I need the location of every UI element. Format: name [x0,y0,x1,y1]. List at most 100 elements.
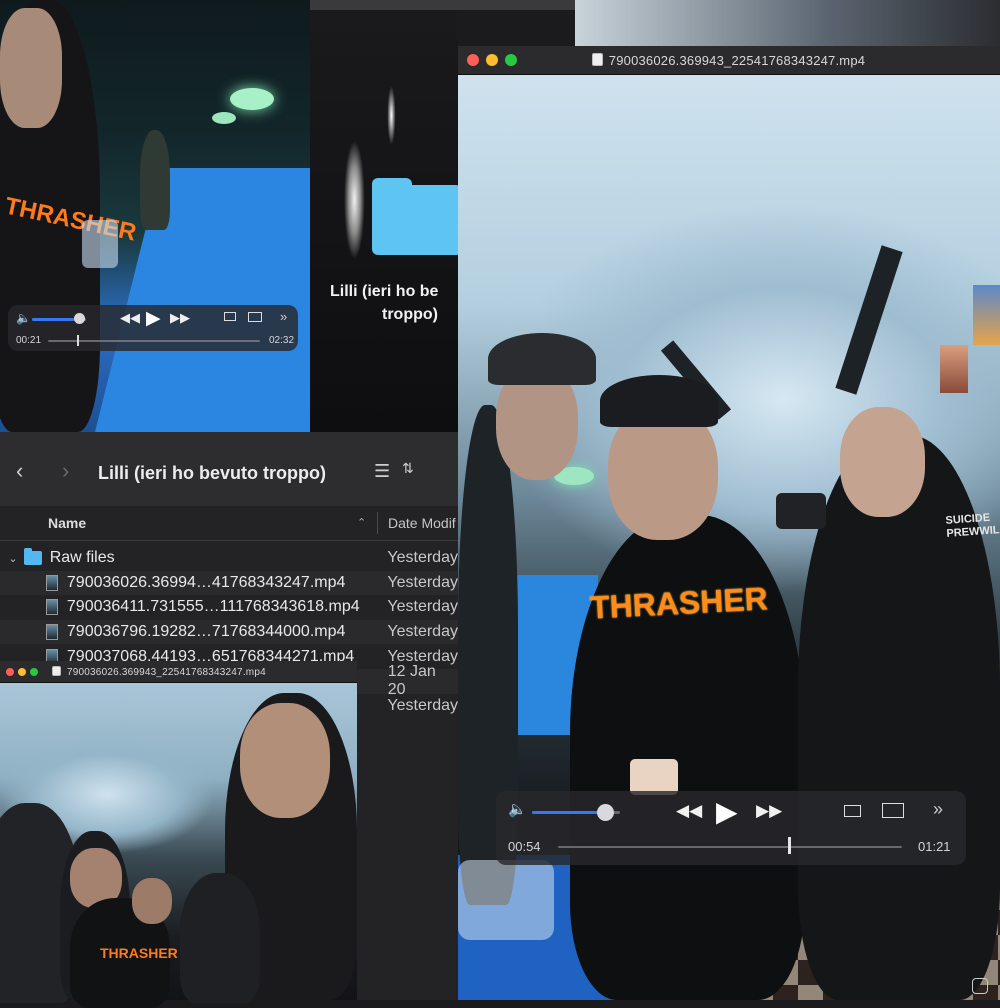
shirt-logo-text: THRASHER [100,945,178,961]
window-title-text: 790036026.369943_22541768343247.mp4 [67,666,266,678]
person-face [840,407,925,517]
window-title: 790036026.369943_22541768343247.mp4 [517,52,1000,68]
finder-title: Lilli (ieri ho bevuto troppo) [98,463,326,483]
zoom-button[interactable] [505,54,517,66]
finder-toolbar: ‹ › Lilli (ieri ho bevuto troppo) ☰ ⇅ [0,432,458,506]
volume-icon[interactable]: 🔈 [508,800,527,818]
more-icon[interactable]: » [280,309,287,324]
person-silhouette [180,873,260,1003]
scrubber[interactable] [48,340,260,342]
time-elapsed: 00:54 [508,839,541,854]
file-date: Yesterday [387,623,458,641]
picture-in-picture-icon[interactable] [882,803,904,818]
back-chevron-icon[interactable]: ‹ [16,458,23,484]
shirt-logo: SUICIDE PREWWIL [945,511,1000,541]
document-icon [591,52,603,66]
column-divider[interactable] [377,512,378,534]
wall-poster [973,285,1000,345]
sort-chevron-icon[interactable]: ⌃ [357,516,366,529]
folder-large-icon[interactable] [372,185,462,255]
volume-knob[interactable] [74,313,85,324]
volume-fill [32,318,73,321]
file-date: Yesterday [387,598,458,616]
volume-icon[interactable]: 🔈 [16,311,31,325]
picture-in-picture-icon[interactable] [248,312,262,322]
close-button[interactable] [6,667,14,676]
disclosure-chevron-icon[interactable]: ⌄ [2,552,24,565]
folder-date: Yesterday [387,549,458,567]
minimize-button[interactable] [486,54,498,66]
column-header: Name ⌃ Date Modif [0,506,458,541]
airplay-icon[interactable] [844,805,861,817]
minimize-button[interactable] [18,667,26,676]
rewind-icon[interactable]: ◀◀ [120,310,140,326]
window-top-strip [310,0,575,10]
scrubber-handle[interactable] [788,837,791,854]
folder-name: Raw files [49,549,115,567]
fast-forward-icon[interactable]: ▶▶ [756,801,782,821]
file-date: Yesterday [387,573,458,591]
play-icon[interactable]: ▶ [716,795,738,828]
main-titlebar: 790036026.369943_22541768343247.mp4 [458,46,1000,75]
ceiling-lamp [230,88,274,110]
person-face [0,8,62,128]
video-controls[interactable]: 🔈 ◀◀ ▶ ▶▶ » 00:21 02:32 [8,305,298,351]
glass [82,220,118,268]
file-row[interactable]: 790036411.731555…111768343618.mp4 Yester… [0,595,458,620]
rewind-icon[interactable]: ◀◀ [676,801,702,821]
live-text-icon[interactable] [972,978,988,994]
shirt-logo-text: PREWWIL [946,524,1000,540]
top-left-video: THRASHER 🔈 ◀◀ ▶ ▶▶ » 00:21 02:32 [0,0,376,432]
column-name[interactable]: Name [48,515,86,531]
volume-fill [532,811,603,814]
folder-large-tab [372,178,412,190]
main-player-window: 790036026.369943_22541768343247.mp4 THRA… [458,46,1000,1000]
video-thumbnail-icon [45,624,58,641]
list-view-icon[interactable]: ☰ [374,461,390,482]
play-icon[interactable]: ▶ [146,307,161,330]
camera [776,493,826,529]
column-date[interactable]: Date Modif [388,515,456,531]
view-options-chevron-icon[interactable]: ⇅ [402,460,414,477]
close-button[interactable] [467,54,479,66]
file-row[interactable]: 790036796.19282…71768344000.mp4 Yesterda… [0,619,458,645]
shirt-logo: THRASHER [100,945,178,961]
zoom-button[interactable] [30,667,38,676]
top-right-video-sliver [575,0,1000,46]
video-controls[interactable]: 🔈 ◀◀ ▶ ▶▶ » 00:54 01:21 [496,791,966,865]
file-row[interactable]: 790036026.36994…41768343247.mp4 Yesterda… [0,570,458,596]
glass [458,860,554,940]
window-title: 790036026.369943_22541768343247.mp4 [38,665,357,678]
video-thumbnail-icon [45,599,58,616]
ceiling-beam [835,245,903,395]
cap [600,375,718,427]
airplay-icon[interactable] [224,312,236,321]
folder-icon [23,548,42,566]
phone [630,759,678,795]
scrubber-handle[interactable] [77,335,79,346]
file-name: 790036411.731555…111768343618.mp4 [66,598,360,616]
video-thumbnail-icon [45,574,58,591]
file-name: 790036026.36994…41768343247.mp4 [66,573,346,591]
time-elapsed: 00:21 [16,335,42,346]
scrubber[interactable] [558,846,902,848]
folder-row[interactable]: ⌄ Raw files Yesterday [0,546,458,571]
forward-chevron-icon[interactable]: › [62,458,69,484]
wall-poster [940,345,968,393]
time-total: 01:21 [918,839,951,854]
bottom-left-video: THRASHER [0,683,357,1008]
person-face [132,878,172,924]
folder-preview-window: Lilli (ieri ho be troppo) [310,10,462,432]
file-name: 790036796.19282…71768344000.mp4 [66,623,346,641]
person-face [240,703,330,818]
file-date: 12 Jan 20 [387,663,436,699]
file-date: Yesterday [387,696,458,714]
more-icon[interactable]: » [933,799,943,820]
bottom-left-titlebar: 790036026.369943_22541768343247.mp4 [0,661,357,683]
cap [488,333,596,385]
main-video: THRASHER SUICIDE PREWWIL 🔈 ◀◀ ▶ ▶▶ » 00:… [458,75,1000,1000]
document-icon [52,665,61,676]
time-total: 02:32 [269,335,295,346]
volume-knob[interactable] [597,804,614,821]
fast-forward-icon[interactable]: ▶▶ [170,310,190,326]
